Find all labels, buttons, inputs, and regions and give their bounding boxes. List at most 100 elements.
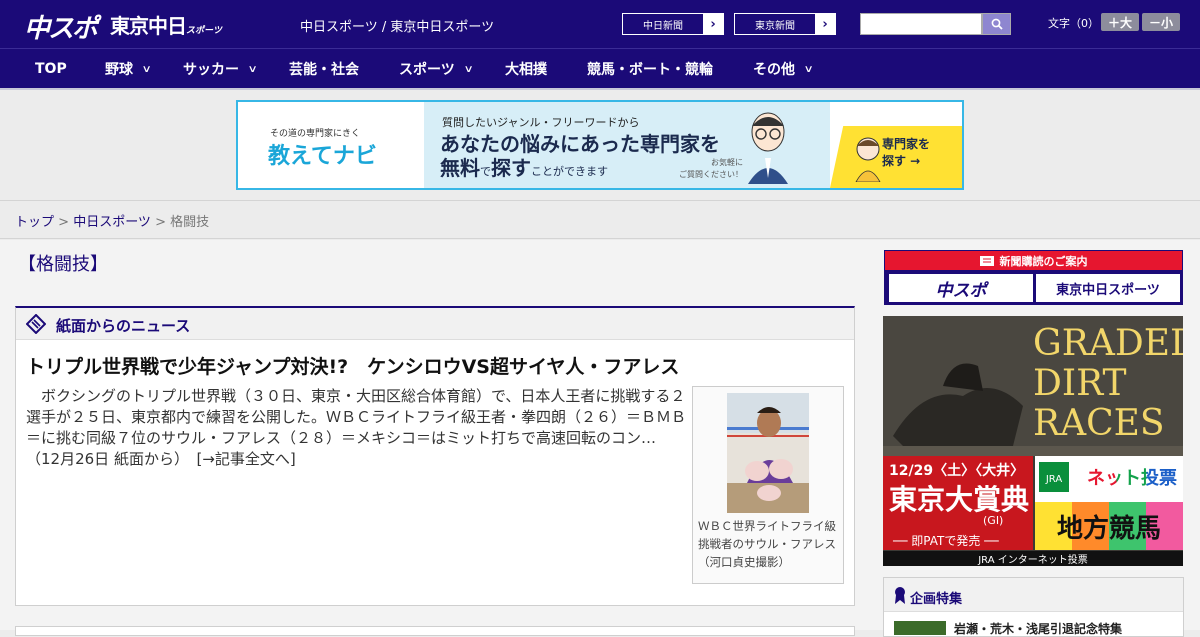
banner-line3: 無料で探すことができます [440,152,608,181]
nav-label: 大相撲 [505,62,547,78]
chevron-right-icon: › [703,14,723,34]
boxer-photo[interactable] [727,393,809,513]
banner-search: 探す [491,156,531,180]
nav-item-top[interactable]: TOP [35,49,67,89]
banner-note: お気軽に ご質問ください！ [679,158,743,179]
race-ad-title: GRADED DIRT RACES [1033,324,1183,444]
top-header: 中スポ 東京中日スポーツ 中日スポーツ / 東京中日スポーツ 中日新聞 › 東京… [0,0,1200,48]
race-title-line: DIRT [1033,363,1127,404]
banner-brand: 教えてナビ [268,144,377,169]
race-info-panel: 12/29〈土〉〈大井〉 東京大賞典 (GI) ── 即PATで発売 ── [883,456,1033,550]
feature-title: 企画特集 [910,592,963,607]
race-name: 東京大賞典 [889,483,1030,516]
graded-dirt-races-ad[interactable]: GRADED DIRT RACES 12/29〈土〉〈大井〉 東京大賞典 (GI… [883,316,1183,566]
nav-label: 野球 [105,62,133,78]
nav-item-racing[interactable]: 競馬・ボート・競輪 [587,49,713,89]
breadcrumb-chunichi-sports-link[interactable]: 中日スポーツ [73,215,151,230]
nav-label: TOP [35,61,67,77]
expert-illustration-icon [748,112,788,184]
section-header: 紙面からのニュース [16,308,854,340]
search-input[interactable] [860,13,982,35]
breadcrumb: トップ > 中日スポーツ > 格闘技 [15,211,209,230]
banner-cta-area[interactable]: 専門家を 探す → [830,126,962,188]
ribbon-badge-icon [895,587,905,604]
nav-label: 競馬・ボート・競輪 [587,62,713,78]
nav-item-entertainment[interactable]: 芸能・社会 [289,49,359,89]
person-thinking-icon [855,137,881,182]
subscribe-chuspo-link[interactable]: 中スポ [889,274,1033,302]
feature-item-link[interactable]: 岩瀬・荒木・浅尾引退記念特集 [954,620,1122,637]
newspaper-icon [979,255,994,266]
svg-text:JRA: JRA [1045,474,1062,485]
net-vote-panel: JRA ネット投票 地方競馬 [1035,456,1183,550]
net-vote-label: ネット投票 [1087,464,1177,490]
chevron-down-icon: ∨ [803,63,814,75]
breadcrumb-separator: > [150,215,171,230]
breadcrumb-current: 格闘技 [170,215,210,230]
chiho-keiba-label: 地方競馬 [1035,502,1183,550]
font-size-label: 文字（0） [1048,17,1099,30]
font-smaller-button[interactable]: －小 [1142,13,1180,31]
main-content: 【格闘技】 紙面からのニュース トリプル世界戦で少年ジャンプ対決!? ケンシロウ… [0,240,1200,637]
tokyo-logo-text: 東京中日 [110,14,187,38]
feature-special-box: 企画特集 岩瀬・荒木・浅尾引退記念特集 [883,577,1184,637]
race-title-line: RACES [1033,403,1165,444]
font-bigger-button[interactable]: ＋大 [1101,13,1139,31]
tokyo-logo-small: スポーツ [186,26,222,36]
race-sale-note: ── 即PATで発売 ── [893,534,999,548]
nav-item-soccer[interactable]: サッカー ∨ [183,49,258,89]
header-subtitle: 中日スポーツ / 東京中日スポーツ [300,20,495,35]
article-photo-box[interactable]: ＷＢＣ世界ライトフライ級挑戦者のサウル・フアレス（河口貞史撮影） [692,386,844,584]
nav-label: スポーツ [399,62,455,78]
article-headline[interactable]: トリプル世界戦で少年ジャンプ対決!? ケンシロウVS超サイヤ人・フアレス [26,352,679,379]
chevron-down-icon: ∨ [247,63,258,75]
nav-item-other[interactable]: その他 ∨ [753,49,814,89]
main-nav: TOP 野球 ∨ サッカー ∨ 芸能・社会 スポーツ ∨ 大相撲 競馬・ボート・競輪 … [0,48,1200,90]
tokyo-chunichi-logo[interactable]: 東京中日スポーツ [110,10,222,39]
chuspo-logo[interactable]: 中スポ [24,8,98,45]
search-button[interactable] [982,13,1011,35]
newspaper-tag-icon [26,314,46,334]
banner-de: で [480,165,491,178]
race-grade: (GI) [983,514,1004,527]
subscription-title: 新聞購読のご案内 [885,251,1182,270]
nav-item-sports[interactable]: スポーツ ∨ [399,49,474,89]
section-title: 紙面からのニュース [56,317,191,335]
breadcrumb-bar: トップ > 中日スポーツ > 格闘技 [0,200,1200,239]
chunichi-shimbun-link[interactable]: 中日新聞 › [622,13,724,35]
banner-free: 無料 [440,156,480,180]
article-summary[interactable]: ボクシングのトリプル世界戦（３０日、東京・大田区総合体育館）で、日本人王者に挑戦… [26,386,686,470]
nav-item-baseball[interactable]: 野球 ∨ [105,49,152,89]
race-title-line: GRADED [1033,323,1183,364]
chevron-right-icon: › [815,14,835,34]
next-section-edge [15,626,855,636]
race-date: 12/29〈土〉〈大井〉 [889,463,1025,479]
breadcrumb-top-link[interactable]: トップ [15,215,54,230]
site-link-label: 中日新聞 [643,20,683,32]
site-link-label: 東京新聞 [755,20,795,32]
banner-message-area: 質問したいジャンル・フリーワードから あなたの悩みにあった専門家を 無料で探すこ… [424,102,830,188]
banner-can: ことができます [531,165,608,178]
page-title: 【格闘技】 [18,254,108,275]
oshiete-navi-banner-ad[interactable]: その道の専門家にきく 教えてナビ 質問したいジャンル・フリーワードから あなたの… [236,100,964,190]
subscription-title-text: 新聞購読のご案内 [999,254,1088,268]
race-ad-footer: JRA インターネット投票 [883,551,1183,566]
breadcrumb-separator: > [54,215,74,230]
tokyo-shimbun-link[interactable]: 東京新聞 › [734,13,836,35]
jra-logo-icon: JRA [1039,462,1069,492]
search-icon [991,18,1003,30]
nav-label: サッカー [183,62,239,78]
photo-caption: ＷＢＣ世界ライトフライ級挑戦者のサウル・フアレス（河口貞史撮影） [698,519,836,569]
banner-cta: 専門家を 探す → [882,137,931,168]
nav-label: その他 [753,62,795,78]
newspaper-news-section: 紙面からのニュース トリプル世界戦で少年ジャンプ対決!? ケンシロウVS超サイヤ… [15,306,855,606]
subscription-box[interactable]: 新聞購読のご案内 中スポ 東京中日スポーツ [884,250,1183,305]
chevron-down-icon: ∨ [141,63,152,75]
feature-header: 企画特集 [884,578,1183,612]
nav-item-sumo[interactable]: 大相撲 [505,49,547,89]
chevron-down-icon: ∨ [463,63,474,75]
banner-brand-area: その道の専門家にきく 教えてナビ [238,102,424,188]
feature-thumbnail[interactable] [894,621,946,635]
subscribe-tokyo-chunichi-link[interactable]: 東京中日スポーツ [1036,274,1180,302]
nav-label: 芸能・社会 [289,62,359,78]
